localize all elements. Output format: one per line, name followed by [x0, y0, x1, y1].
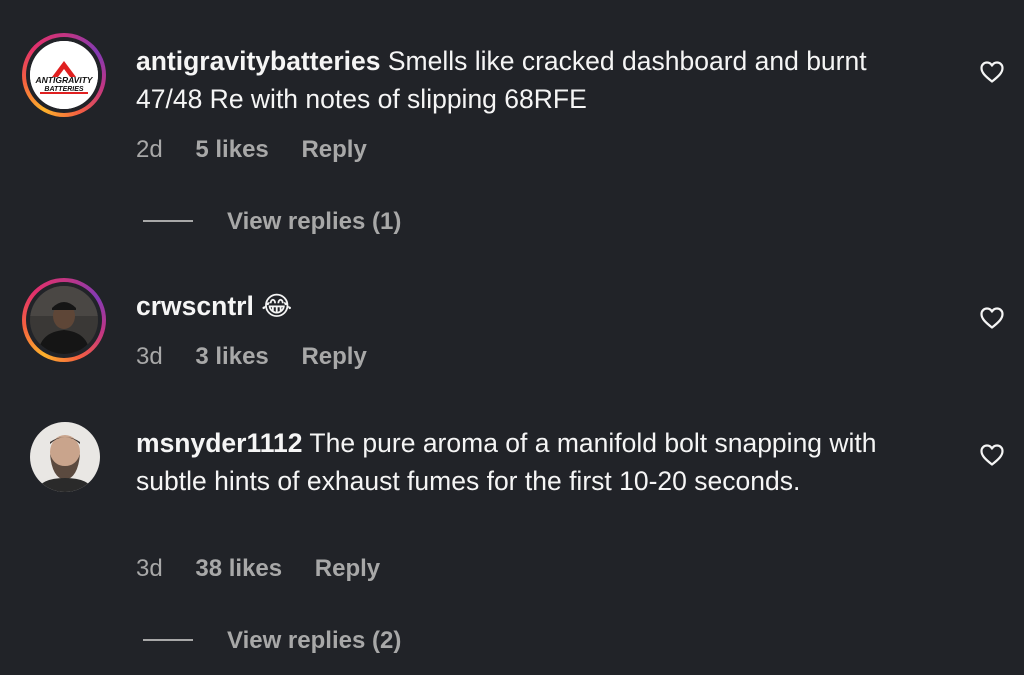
comment-body: crwscntrl 😂 — [136, 287, 936, 326]
comment-username[interactable]: antigravitybatteries — [136, 46, 380, 76]
comment-username[interactable]: msnyder1112 — [136, 428, 303, 458]
user-photo-icon — [30, 286, 98, 354]
logo-text-line2: BATTERIES — [44, 86, 83, 93]
view-replies-divider — [143, 219, 193, 222]
comment-likes[interactable]: 38 likes — [195, 555, 282, 583]
avatar[interactable] — [30, 422, 100, 492]
comment-likes[interactable]: 5 likes — [195, 136, 268, 164]
view-replies-label: View replies (1) — [227, 208, 402, 235]
reply-button[interactable]: Reply — [301, 343, 366, 371]
comment-username[interactable]: crwscntrl — [136, 291, 254, 321]
laughing-emoji: 😂 — [261, 291, 293, 322]
avatar[interactable]: ANTIGRAVITY BATTERIES — [22, 33, 106, 117]
heart-outline-icon[interactable] — [979, 443, 1005, 467]
comment-time: 3d — [136, 343, 163, 370]
comment-body: antigravitybatteries Smells like cracked… — [136, 42, 936, 118]
avatar[interactable] — [22, 278, 106, 362]
logo-text-line1: ANTIGRAVITY — [35, 75, 94, 85]
comment-meta: 2d 5 likes Reply — [136, 136, 367, 164]
view-replies-button[interactable]: View replies (1) — [143, 208, 401, 236]
reply-button[interactable]: Reply — [315, 555, 380, 583]
antigravity-logo-icon: ANTIGRAVITY BATTERIES — [30, 41, 98, 109]
comment-time: 2d — [136, 136, 163, 163]
heart-outline-icon[interactable] — [979, 60, 1005, 84]
comment-time: 3d — [136, 555, 163, 582]
comment-body: msnyder1112 The pure aroma of a manifold… — [136, 424, 936, 500]
comment-meta: 3d 38 likes Reply — [136, 555, 380, 583]
view-replies-divider — [143, 638, 193, 641]
comment-likes[interactable]: 3 likes — [195, 343, 268, 371]
reply-button[interactable]: Reply — [301, 136, 366, 164]
user-photo-icon — [30, 422, 100, 492]
heart-outline-icon[interactable] — [979, 306, 1005, 330]
view-replies-label: View replies (2) — [227, 627, 402, 654]
comment-meta: 3d 3 likes Reply — [136, 343, 367, 371]
view-replies-button[interactable]: View replies (2) — [143, 627, 401, 655]
comments-list: ANTIGRAVITY BATTERIES antigravitybatteri… — [0, 0, 1024, 675]
